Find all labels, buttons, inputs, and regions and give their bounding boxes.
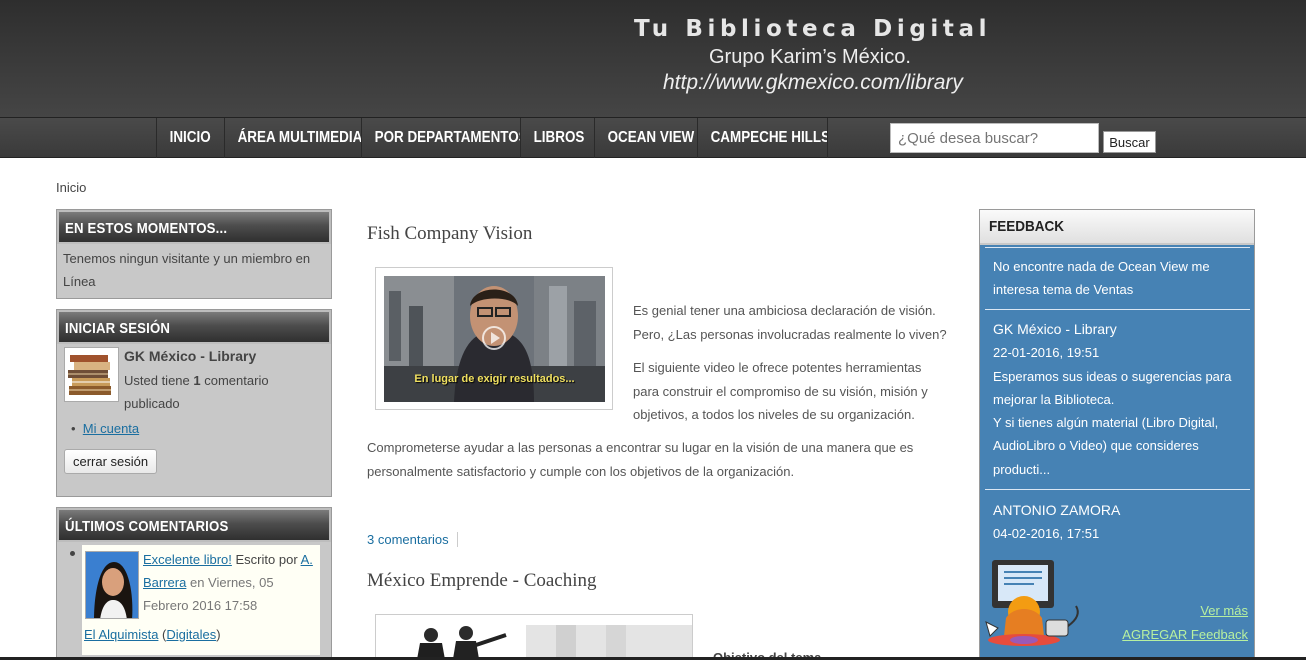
feedback-text: Y si tienes algún material (Libro Digita…: [993, 415, 1219, 477]
nav-item-ocean-view[interactable]: OCEAN VIEW: [595, 118, 698, 158]
feedback-author: ANTONIO ZAMORA: [993, 502, 1121, 518]
nav-item-inicio[interactable]: INICIO: [157, 118, 225, 158]
online-block-title: EN ESTOS MOMENTOS...: [57, 210, 331, 244]
my-account-link[interactable]: Mi cuenta: [83, 421, 139, 436]
article-paragraph: Es genial tener una ambiciosa declaració…: [633, 303, 947, 342]
video-frame[interactable]: En lugar de exigir resultados...: [375, 267, 613, 410]
tag-link-alquimista[interactable]: El Alquimista: [84, 627, 158, 642]
comment-text: Excelente libro! Escrito por A. Barrera …: [143, 552, 313, 613]
feedback-title: FEEDBACK: [980, 210, 1254, 245]
feedback-text: Esperamos sus ideas o sugerencias para m…: [993, 368, 1232, 407]
computer-mascot-icon: [984, 556, 1094, 651]
nav-item-campeche-hills[interactable]: CAMPECHE HILLS: [698, 118, 828, 158]
feedback-entry: GK México - Library 22-01-2016, 19:51 Es…: [993, 318, 1248, 481]
divider: [985, 309, 1250, 310]
feedback-author: GK México - Library: [993, 321, 1117, 337]
see-more-link[interactable]: Ver más: [1200, 603, 1248, 618]
article-title[interactable]: México Emprende - Coaching: [367, 570, 597, 592]
search-input[interactable]: [890, 123, 1099, 153]
nav-item-libros[interactable]: LIBROS: [521, 118, 595, 158]
nav-item-area-multimedia[interactable]: ÁREA MULTIMEDIA: [225, 118, 362, 158]
list-bullet: [70, 551, 75, 556]
recent-comments-title: ÚLTIMOS COMENTARIOS: [57, 508, 331, 542]
user-avatar: [64, 347, 119, 402]
person-photo-icon: [86, 552, 138, 618]
login-block: INICIAR SESIÓN GK México - Library Usted…: [56, 309, 332, 497]
site-subtitle: Grupo Karim’s México.: [709, 46, 911, 68]
breadcrumb[interactable]: Inicio: [56, 180, 86, 195]
login-block-title: INICIAR SESIÓN: [57, 310, 331, 344]
main-navigation: INICIO ÁREA MULTIMEDIA POR DEPARTAMENTOS…: [0, 117, 1306, 158]
feedback-block: FEEDBACK No encontre nada de Ocean View …: [979, 209, 1255, 660]
article-paragraph: Comprometerse ayudar a las personas a en…: [367, 440, 914, 479]
video-thumbnail[interactable]: En lugar de exigir resultados...: [384, 276, 605, 402]
article-paragraph: El siguiente video le ofrece potentes he…: [633, 360, 928, 422]
comment-tags: El Alquimista (Digitales): [84, 627, 221, 642]
site-header: Tu Biblioteca Digital Grupo Karim’s Méxi…: [0, 0, 1306, 117]
article-comments-link[interactable]: 3 comentarios: [367, 532, 458, 547]
commenter-avatar: [85, 551, 139, 619]
user-name: GK México - Library: [124, 348, 257, 364]
video-caption: En lugar de exigir resultados...: [414, 373, 575, 385]
article-image: [375, 614, 693, 660]
nav-menu: INICIO ÁREA MULTIMEDIA POR DEPARTAMENTOS…: [156, 118, 828, 158]
site-url: http://www.gkmexico.com/library: [663, 71, 963, 94]
search-button[interactable]: Buscar: [1103, 131, 1156, 153]
divider: [985, 247, 1250, 248]
tag-link-digitales[interactable]: Digitales: [166, 627, 216, 642]
add-feedback-link[interactable]: AGREGAR Feedback: [1122, 627, 1248, 642]
article-title[interactable]: Fish Company Vision: [367, 223, 532, 245]
feedback-date: 22-01-2016, 19:51: [993, 345, 1100, 361]
feedback-date: 04-02-2016, 17:51: [993, 526, 1100, 542]
recent-comments-block: ÚLTIMOS COMENTARIOS Excelente libro! Esc…: [56, 507, 332, 660]
divider: [985, 489, 1250, 490]
feedback-entry: No encontre nada de Ocean View me intere…: [993, 259, 1210, 298]
comment-link[interactable]: Excelente libro!: [143, 552, 232, 567]
business-people-image: [376, 615, 692, 660]
logout-button[interactable]: cerrar sesión: [64, 449, 158, 474]
site-title: Tu Biblioteca Digital: [634, 16, 992, 42]
nav-item-por-departamentos[interactable]: POR DEPARTAMENTOS: [362, 118, 521, 158]
user-comment-count: Usted tiene 1 comentario publicado: [124, 373, 269, 411]
books-icon: [68, 355, 111, 395]
online-text: Tenemos ningun visitante y un miembro en…: [63, 251, 311, 289]
online-block: EN ESTOS MOMENTOS... Tenemos ningun visi…: [56, 209, 332, 299]
my-account-item: • Mi cuenta: [71, 421, 140, 436]
feedback-entry: ANTONIO ZAMORA 04-02-2016, 17:51: [993, 499, 1248, 556]
